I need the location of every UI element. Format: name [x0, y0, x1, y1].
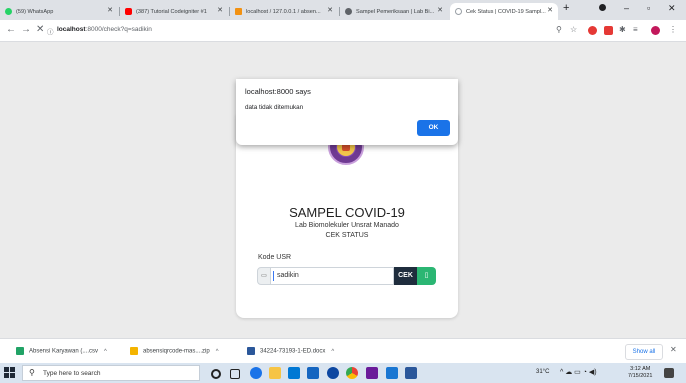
download-item[interactable]: 34224-73193-1-ED.docx ^ [247, 347, 334, 355]
search-input-group: ▭ sadikin CEK ▯ [257, 267, 436, 285]
url-path: :8000/check?q=sadikin [85, 26, 152, 33]
maximize-icon[interactable]: ▫ [647, 3, 650, 13]
kode-usr-value: sadikin [277, 272, 299, 279]
alert-dialog: localhost:8000 says data tidak ditemukan… [236, 79, 458, 145]
download-name: Absensi Karyawan (....csv [29, 348, 99, 355]
show-all-button[interactable]: Show all [625, 344, 663, 360]
ok-button[interactable]: OK [417, 120, 450, 136]
close-icon[interactable]: ✕ [437, 6, 443, 14]
zoom-icon[interactable]: ⚲ [556, 25, 562, 34]
page-subtitle: Lab Biomolekuler Unsrat Manado [295, 222, 399, 229]
clock[interactable]: 3:12 AM 7/15/2021 [628, 366, 652, 380]
kode-usr-input[interactable]: sadikin [271, 267, 394, 285]
chevron-up-icon[interactable]: ^ [104, 349, 107, 355]
close-icon[interactable]: ✕ [217, 6, 223, 14]
reload-icon[interactable]: ✕ [36, 24, 44, 35]
url-host: localhost [57, 26, 86, 33]
tab-label: (59) WhatsApp [16, 8, 54, 15]
docx-file-icon [247, 347, 255, 355]
system-tray-icons[interactable]: ^ ☁ ▭ ◔ ◀) [560, 368, 597, 376]
cortana-icon[interactable] [211, 369, 221, 379]
search-placeholder: Type here to search [43, 370, 101, 377]
zip-file-icon [130, 347, 138, 355]
download-item[interactable]: Absensi Karyawan (....csv ^ [16, 347, 107, 355]
download-item[interactable]: absensiqrcode-mas....zip ^ [130, 347, 219, 355]
windows-taskbar: ⚲ Type here to search 31°C ^ ☁ ▭ ◔ ◀) 3:… [0, 363, 686, 383]
reading-list-icon[interactable]: ≡ [633, 25, 638, 34]
vscode-icon[interactable] [386, 367, 398, 379]
mail-icon[interactable] [307, 367, 319, 379]
tab-label: Cek Status | COVID-19 Sampl... [466, 8, 546, 15]
chevron-up-icon[interactable]: ^ [216, 349, 219, 355]
page-content: SAMPEL COVID-19 Lab Biomolekuler Unsrat … [0, 42, 686, 338]
close-window-icon[interactable]: ✕ [668, 3, 676, 14]
star-icon[interactable]: ☆ [570, 25, 577, 34]
close-icon[interactable]: ✕ [107, 6, 113, 14]
extension-icon[interactable] [604, 26, 613, 35]
download-name: absensiqrcode-mas....zip [143, 348, 210, 355]
cek-button[interactable]: CEK [394, 267, 417, 285]
tab-label: localhost / 127.0.0.1 / absen... [246, 8, 321, 15]
youtube-icon [125, 8, 132, 15]
download-name: 34224-73193-1-ED.docx [260, 348, 326, 355]
url-field[interactable]: localhost:8000/check?q=sadikin [57, 26, 152, 33]
globe-icon [345, 8, 352, 15]
info-icon[interactable]: ⓘ [47, 26, 54, 36]
close-icon[interactable]: ✕ [327, 6, 333, 14]
page-subtitle-status: CEK STATUS [325, 232, 369, 239]
clock-date: 7/15/2021 [628, 373, 653, 379]
whatsapp-icon [5, 8, 12, 15]
avatar[interactable] [651, 26, 660, 35]
clock-time: 3:12 AM [630, 366, 651, 372]
search-icon: ⚲ [29, 368, 35, 377]
app-icon[interactable] [327, 367, 339, 379]
scan-button[interactable]: ▯ [417, 267, 436, 285]
dialog-message: data tidak ditemukan [245, 104, 304, 111]
close-icon[interactable]: ✕ [547, 6, 553, 14]
tab-phpmyadmin[interactable]: localhost / 127.0.0.1 / absen... ✕ [230, 3, 338, 20]
id-card-icon: ▭ [257, 267, 271, 285]
back-icon[interactable]: ← [6, 24, 16, 35]
notification-icon[interactable] [664, 368, 674, 378]
kode-usr-label: Kode USR [258, 254, 292, 261]
downloads-bar: Absensi Karyawan (....csv ^ absensiqrcode… [0, 338, 686, 363]
app-icon[interactable] [366, 367, 378, 379]
tab-cek-status[interactable]: Cek Status | COVID-19 Sampl... ✕ [450, 3, 558, 20]
task-view-icon[interactable] [230, 369, 240, 379]
edge-icon[interactable] [250, 367, 262, 379]
csv-file-icon [16, 347, 24, 355]
text-cursor [273, 271, 274, 281]
forward-icon[interactable]: → [21, 24, 31, 35]
word-icon[interactable] [405, 367, 417, 379]
tab-sampel[interactable]: Sampel Pemeriksaan | Lab Bi... ✕ [340, 3, 448, 20]
menu-icon[interactable]: ⋮ [669, 25, 677, 34]
close-downloads-icon[interactable]: ✕ [670, 345, 677, 354]
tab-bar: (59) WhatsApp ✕ (387) Tutorial Codeignit… [0, 0, 686, 20]
tab-label: (387) Tutorial Codeigniter #1 [136, 8, 207, 15]
tab-whatsapp[interactable]: (59) WhatsApp ✕ [0, 3, 118, 20]
chrome-icon[interactable] [346, 367, 358, 379]
new-tab-button[interactable]: + [563, 2, 569, 14]
dialog-title: localhost:8000 says [245, 87, 311, 96]
chevron-up-icon[interactable]: ^ [331, 349, 334, 355]
store-icon[interactable] [288, 367, 300, 379]
taskbar-search[interactable]: ⚲ Type here to search [22, 365, 200, 381]
file-explorer-icon[interactable] [269, 367, 281, 379]
minimize-icon[interactable]: – [624, 3, 629, 13]
page-icon [455, 8, 462, 15]
tab-label: Sampel Pemeriksaan | Lab Bi... [356, 8, 435, 15]
weather-temp[interactable]: 31°C [536, 369, 549, 375]
windows-start-icon[interactable] [4, 367, 16, 379]
address-bar: ← → ✕ ⓘ localhost:8000/check?q=sadikin ⚲… [0, 20, 686, 42]
extension-icon[interactable] [588, 26, 597, 35]
puzzle-icon[interactable]: ✱ [619, 25, 626, 34]
page-title: SAMPEL COVID-19 [289, 205, 405, 220]
tab-youtube[interactable]: (387) Tutorial Codeigniter #1 ✕ [120, 3, 228, 20]
phpmyadmin-icon [235, 8, 242, 15]
profile-icon[interactable] [599, 4, 606, 11]
